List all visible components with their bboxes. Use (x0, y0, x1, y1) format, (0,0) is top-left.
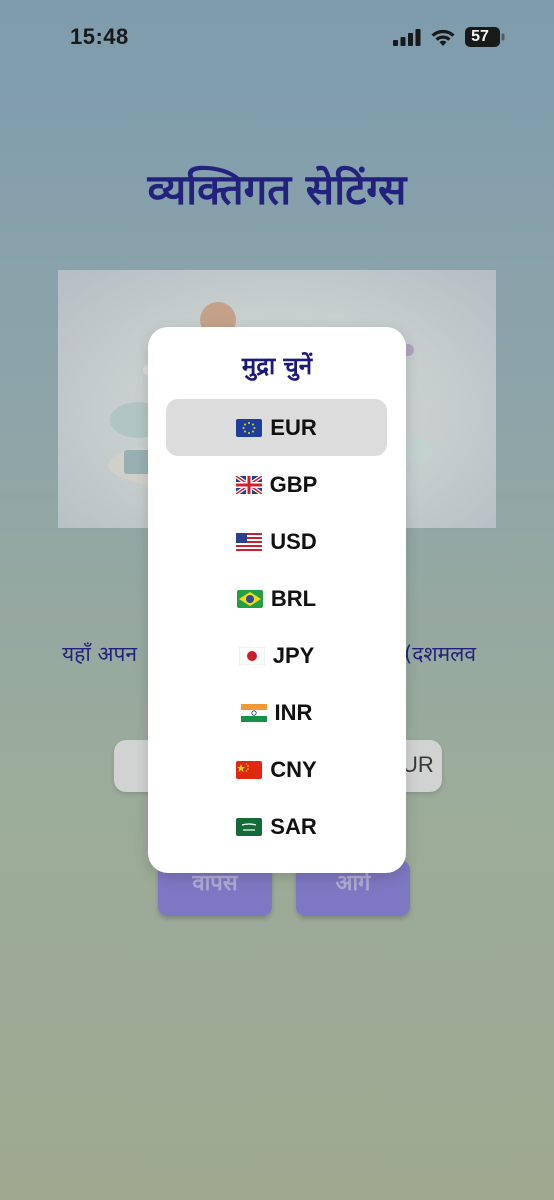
currency-code: GBP (269, 471, 318, 497)
currency-option-cny[interactable]: CNY (166, 741, 387, 798)
currency-option-brl[interactable]: BRL (166, 570, 387, 627)
currency-code: USD (270, 528, 317, 554)
currency-code: BRL (270, 585, 317, 611)
brazil-flag-icon (236, 589, 263, 608)
india-flag-icon (240, 703, 267, 722)
china-flag-icon (236, 760, 263, 779)
currency-code: CNY (270, 756, 317, 782)
currency-code: SAR (270, 813, 317, 839)
currency-code: JPY (272, 642, 315, 668)
saudi-flag-icon (236, 817, 263, 836)
currency-option-gbp[interactable]: GBP (166, 456, 387, 513)
currency-option-inr[interactable]: INR (166, 684, 387, 741)
currency-code: INR (274, 699, 313, 725)
currency-option-sar[interactable]: SAR (166, 798, 387, 855)
picker-title: मुद्रा चुनें (241, 352, 313, 380)
currency-option-usd[interactable]: USD (166, 513, 387, 570)
currency-picker: मुद्रा चुनें EUR GBP USD BRL JPY INR CNY… (148, 327, 406, 873)
uk-flag-icon (235, 475, 262, 494)
currency-option-eur[interactable]: EUR (166, 399, 387, 456)
eu-flag-icon (236, 418, 263, 437)
japan-flag-icon (238, 646, 265, 665)
currency-code: EUR (270, 414, 317, 440)
currency-option-jpy[interactable]: JPY (166, 627, 387, 684)
us-flag-icon (236, 532, 263, 551)
